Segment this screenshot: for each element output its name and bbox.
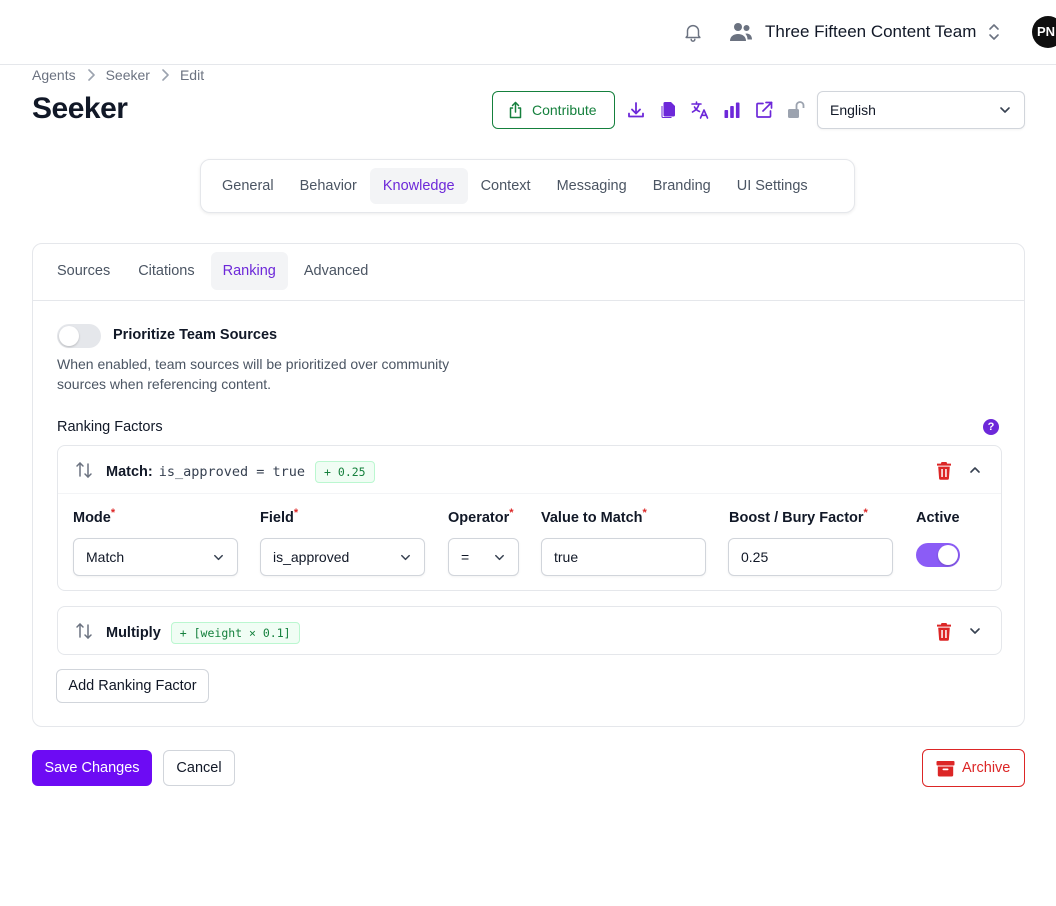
trash-icon[interactable] [935,461,953,480]
trash-icon[interactable] [935,622,953,641]
prioritize-description: When enabled, team sources will be prior… [57,356,450,392]
archive-icon [936,760,955,776]
chevron-up-icon[interactable] [968,463,982,477]
boost-input-text: 0.25 [741,549,769,565]
field-value: is_approved [273,549,350,565]
archive-button[interactable]: Archive [922,749,1025,787]
breadcrumb-edit: Edit [179,67,205,83]
knowledge-card: Sources Citations Ranking Advanced Prior… [32,243,1025,727]
language-select[interactable]: English [817,91,1025,129]
operator-value: = [461,549,470,565]
subtab-advanced[interactable]: Advanced [292,252,381,290]
copy-icon[interactable] [658,100,678,120]
bell-icon[interactable] [682,21,704,43]
save-button[interactable]: Save Changes [32,750,152,786]
external-link-icon[interactable] [754,100,774,120]
tab-behavior[interactable]: Behavior [287,168,370,204]
prioritize-toggle[interactable] [57,324,101,348]
main-tabs: General Behavior Knowledge Context Messa… [200,159,855,213]
team-icon [730,23,752,41]
factor-header[interactable]: Match: is_approved = true + 0.25 [58,446,1001,494]
chevron-right-icon [150,69,180,81]
breadcrumb-seeker[interactable]: Seeker [106,67,150,83]
field-select[interactable]: is_approved [260,538,425,576]
tab-branding[interactable]: Branding [640,168,724,204]
subtab-sources[interactable]: Sources [45,252,122,290]
breadcrumb-agents[interactable]: Agents [32,67,76,83]
cancel-button[interactable]: Cancel [163,750,235,786]
boost-badge: + 0.25 [315,461,375,483]
value-input-text: true [554,549,579,565]
team-name[interactable]: Three Fifteen Content Team [765,22,976,42]
mode-select[interactable]: Match [73,538,238,576]
chevron-right-icon [76,69,106,81]
contribute-button[interactable]: Contribute [492,91,615,129]
operator-label: Operator* [448,507,514,526]
drag-sort-icon[interactable] [74,621,94,641]
analytics-icon[interactable] [722,100,742,120]
archive-label: Archive [962,760,1011,776]
avatar[interactable]: PN [1032,16,1056,48]
top-bar: Three Fifteen Content Team PN [0,0,1056,65]
boost-input[interactable]: 0.25 [728,538,893,576]
share-upload-icon [509,101,522,119]
chevron-down-icon [214,554,223,560]
value-input[interactable]: true [541,538,706,576]
active-label: Active [916,510,960,526]
toggle-knob [59,326,79,346]
add-ranking-factor-button[interactable]: Add Ranking Factor [56,669,209,703]
factor-expression: is_approved = true [158,464,306,480]
factor-header[interactable]: Multiply + [weight × 0.1] [58,607,1001,655]
sub-tabs: Sources Citations Ranking Advanced [45,252,384,290]
chevron-down-icon [1000,107,1010,113]
chevron-down-icon[interactable] [968,624,982,638]
breadcrumb: Agents Seeker Edit [32,66,204,84]
toggle-knob [938,545,958,565]
tab-general[interactable]: General [209,168,287,204]
mode-label: Mode* [73,507,116,526]
tab-messaging[interactable]: Messaging [544,168,640,204]
factor-title: Match: is_approved = true + 0.25 [106,461,375,483]
factor-type: Multiply [106,625,161,641]
multiply-badge: + [weight × 0.1] [170,622,300,644]
chevron-down-icon [401,554,410,560]
mode-value: Match [86,549,125,565]
subtab-ranking[interactable]: Ranking [210,252,288,290]
divider [33,300,1024,301]
subtab-citations[interactable]: Citations [126,252,206,290]
help-icon[interactable]: ? [983,419,999,435]
ranking-factors-label: Ranking Factors [57,419,163,435]
tab-context[interactable]: Context [468,168,544,204]
boost-label: Boost / Bury Factor* [729,507,868,526]
operator-select[interactable]: = [448,538,519,576]
chevron-down-icon [495,554,504,560]
prioritize-label: Prioritize Team Sources [113,327,278,343]
contribute-label: Contribute [532,102,597,118]
factor-type: Match: [106,464,153,480]
unlock-icon[interactable] [786,100,806,120]
field-label: Field* [260,507,299,526]
page-title: Seeker [32,92,128,125]
tab-knowledge[interactable]: Knowledge [369,168,468,204]
value-label: Value to Match* [541,507,647,526]
language-value: English [830,102,876,118]
translate-icon[interactable] [690,100,710,120]
chevron-up-down-icon[interactable] [987,22,1001,42]
tab-ui-settings[interactable]: UI Settings [724,168,821,204]
active-toggle[interactable] [916,543,960,567]
download-icon[interactable] [626,100,646,120]
drag-sort-icon[interactable] [74,460,94,480]
factor-title: Multiply + [weight × 0.1] [106,622,300,644]
ranking-factor-match: Match: is_approved = true + 0.25 Mode* M… [57,445,1002,591]
ranking-factor-multiply: Multiply + [weight × 0.1] [57,606,1002,655]
